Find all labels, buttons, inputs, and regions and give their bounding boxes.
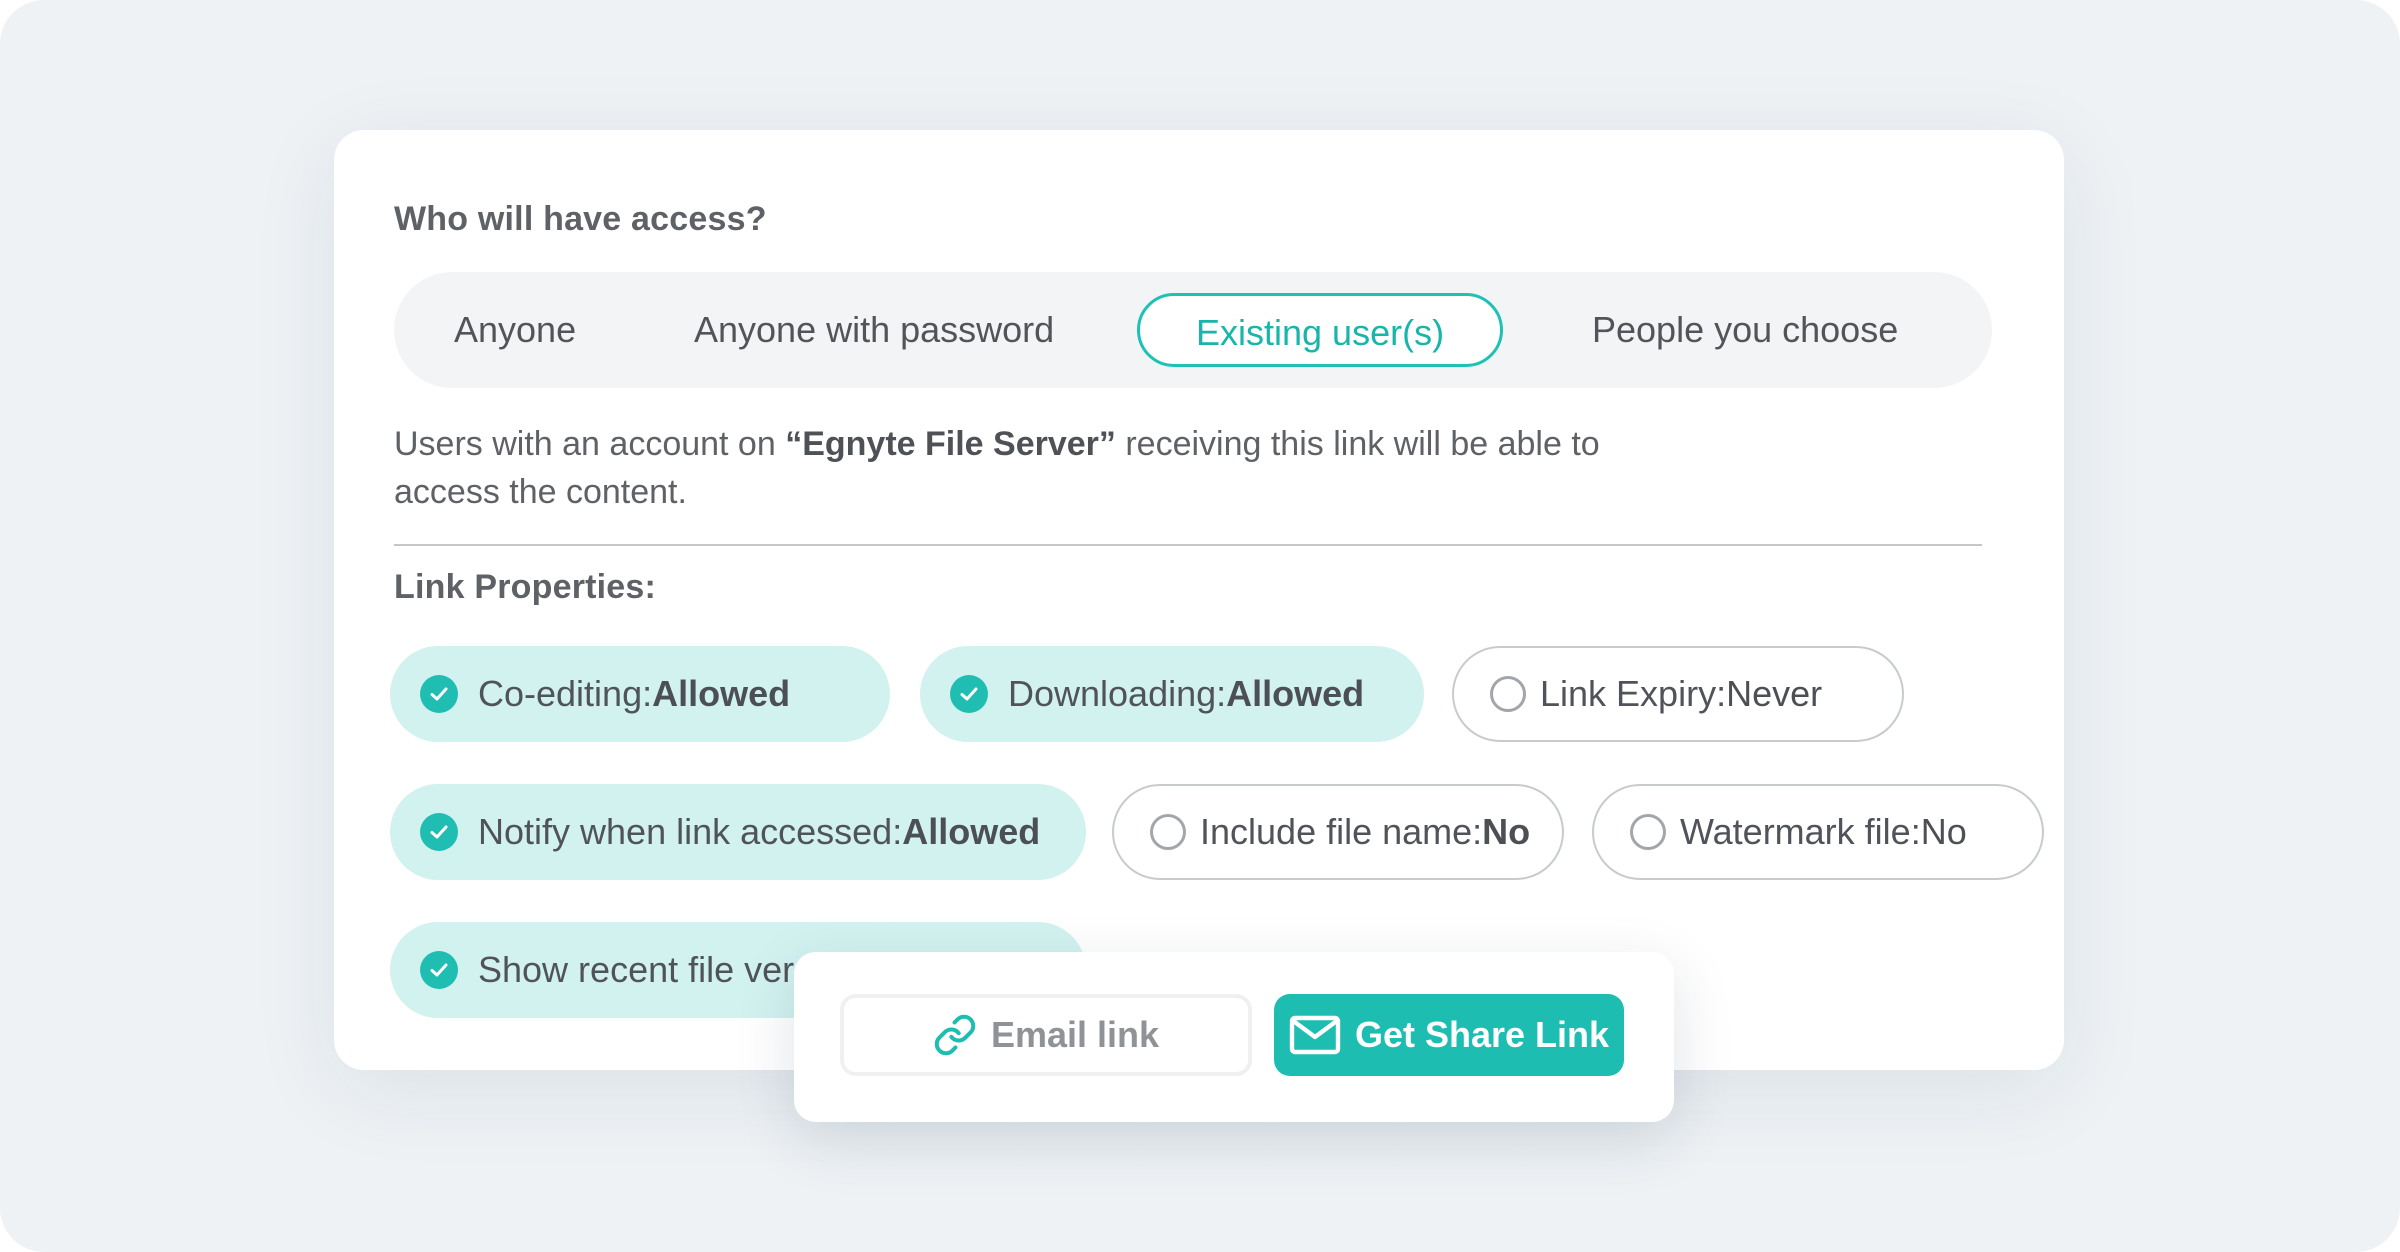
radio-empty-icon xyxy=(1150,814,1186,850)
property-label: Co-editing: xyxy=(478,673,653,714)
property-watermark-file[interactable]: Watermark file: No xyxy=(1592,784,2044,880)
link-icon xyxy=(933,1013,977,1057)
checkmark-icon xyxy=(420,675,458,713)
property-value: Allowed xyxy=(1226,673,1365,714)
action-bar: Email link Get Share Link xyxy=(794,952,1674,1122)
property-label: Include file name: xyxy=(1200,811,1483,852)
description-prefix: Users with an account on xyxy=(394,425,786,463)
get-share-link-button[interactable]: Get Share Link xyxy=(1274,994,1624,1076)
divider xyxy=(394,544,1982,546)
property-link-expiry[interactable]: Link Expiry: Never xyxy=(1452,646,1904,742)
property-value: No xyxy=(1920,811,1967,852)
property-notify-when-accessed[interactable]: Notify when link accessed: Allowed xyxy=(390,784,1086,880)
email-link-button[interactable]: Email link xyxy=(840,994,1252,1076)
property-label: Notify when link accessed: xyxy=(478,811,903,852)
checkmark-icon xyxy=(420,951,458,989)
checkmark-icon xyxy=(950,675,988,713)
property-label: Link Expiry: xyxy=(1540,673,1727,714)
property-value: Allowed xyxy=(902,811,1041,852)
link-properties-title: Link Properties: xyxy=(394,568,657,606)
property-label: Show recent file ver xyxy=(478,949,795,990)
access-option-existing-users[interactable]: Existing user(s) xyxy=(1137,293,1504,367)
property-label: Watermark file: xyxy=(1680,811,1921,852)
access-option-anyone[interactable]: Anyone xyxy=(454,272,576,388)
property-include-file-name[interactable]: Include file name: No xyxy=(1112,784,1564,880)
property-co-editing[interactable]: Co-editing: Allowed xyxy=(390,646,890,742)
page-background: Who will have access? Anyone Anyone with… xyxy=(0,0,2400,1252)
radio-empty-icon xyxy=(1490,676,1526,712)
server-name: “Egnyte File Server” xyxy=(785,425,1116,463)
access-title: Who will have access? xyxy=(394,200,767,238)
access-description: Users with an account on “Egnyte File Se… xyxy=(394,420,1674,516)
radio-empty-icon xyxy=(1630,814,1666,850)
email-link-label: Email link xyxy=(990,1014,1160,1055)
property-value: Allowed xyxy=(652,673,791,714)
property-label: Downloading: xyxy=(1008,673,1227,714)
access-selector: Anyone Anyone with password Existing use… xyxy=(394,272,1992,388)
share-settings-card: Who will have access? Anyone Anyone with… xyxy=(334,130,2064,1070)
property-downloading[interactable]: Downloading: Allowed xyxy=(920,646,1424,742)
checkmark-icon xyxy=(420,813,458,851)
access-option-people-you-choose[interactable]: People you choose xyxy=(1592,272,1898,388)
property-value: No xyxy=(1482,811,1531,852)
access-option-anyone-with-password[interactable]: Anyone with password xyxy=(694,272,1054,388)
envelope-icon xyxy=(1289,1015,1341,1055)
get-share-link-label: Get Share Link xyxy=(1354,1014,1610,1055)
property-value: Never xyxy=(1726,673,1823,714)
